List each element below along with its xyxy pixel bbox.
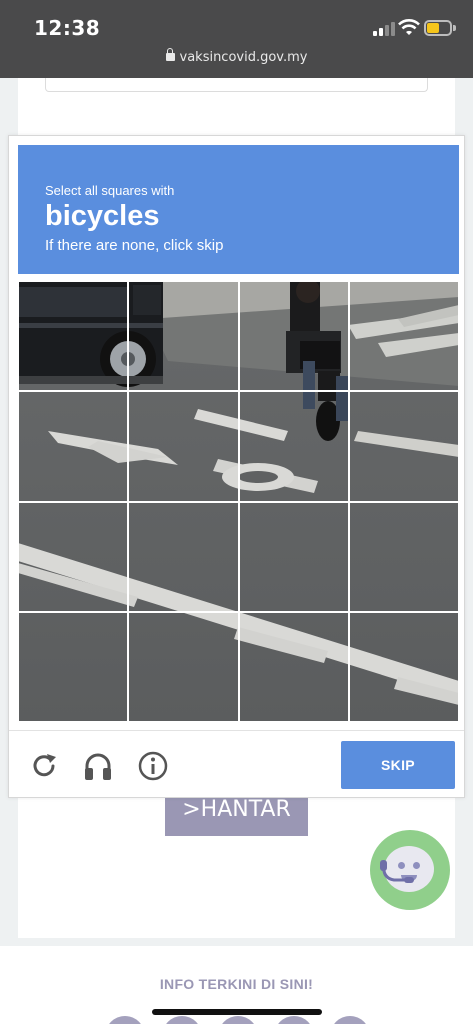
captcha-tile[interactable]: [348, 391, 459, 502]
captcha-tile[interactable]: [18, 611, 129, 722]
captcha-tile[interactable]: [128, 391, 239, 502]
captcha-hint: If there are none, click skip: [45, 237, 224, 254]
footer-link[interactable]: [218, 1016, 258, 1024]
captcha-tile[interactable]: [348, 281, 459, 392]
captcha-image-grid: [18, 281, 459, 722]
captcha-tile[interactable]: [238, 281, 349, 392]
captcha-challenge: Select all squares with bicycles If ther…: [8, 135, 465, 798]
form-input[interactable]: [45, 78, 428, 92]
captcha-target-word: bicycles: [45, 200, 160, 232]
headset-icon: [380, 860, 414, 883]
captcha-tile[interactable]: [18, 501, 129, 612]
captcha-tile[interactable]: [128, 281, 239, 392]
captcha-tile[interactable]: [348, 611, 459, 722]
address-bar[interactable]: vaksincovid.gov.my: [0, 48, 473, 65]
footer-link[interactable]: [330, 1016, 370, 1024]
headphones-icon[interactable]: [82, 750, 114, 782]
skip-button[interactable]: SKIP: [341, 741, 455, 789]
home-indicator: [152, 1009, 322, 1015]
captcha-header: Select all squares with bicycles If ther…: [18, 145, 459, 274]
captcha-tile-layer: [18, 281, 459, 722]
captcha-tile[interactable]: [238, 501, 349, 612]
battery-icon: [424, 20, 456, 36]
info-icon[interactable]: [137, 750, 169, 782]
footer-title: INFO TERKINI DI SINI!: [159, 976, 314, 992]
captcha-tile[interactable]: [348, 501, 459, 612]
cellular-signal-icon: [373, 22, 395, 36]
captcha-tile[interactable]: [128, 611, 239, 722]
captcha-tile[interactable]: [238, 611, 349, 722]
lock-icon: [165, 48, 175, 61]
browser-status-bar: 12:38 vaksincovid.gov.my: [0, 0, 473, 78]
captcha-tile[interactable]: [238, 391, 349, 502]
footer-link[interactable]: [274, 1016, 314, 1024]
chatbot-button[interactable]: [370, 830, 450, 910]
wifi-icon: [398, 19, 420, 35]
refresh-icon[interactable]: [28, 750, 60, 782]
captcha-tile[interactable]: [18, 281, 129, 392]
captcha-tile[interactable]: [128, 501, 239, 612]
footer-link[interactable]: [162, 1016, 202, 1024]
footer-link[interactable]: [105, 1016, 145, 1024]
url-text: vaksincovid.gov.my: [179, 50, 308, 65]
captcha-tile[interactable]: [18, 391, 129, 502]
clock: 12:38: [34, 16, 101, 40]
captcha-instruction: Select all squares with: [45, 183, 175, 198]
divider: [9, 730, 464, 731]
